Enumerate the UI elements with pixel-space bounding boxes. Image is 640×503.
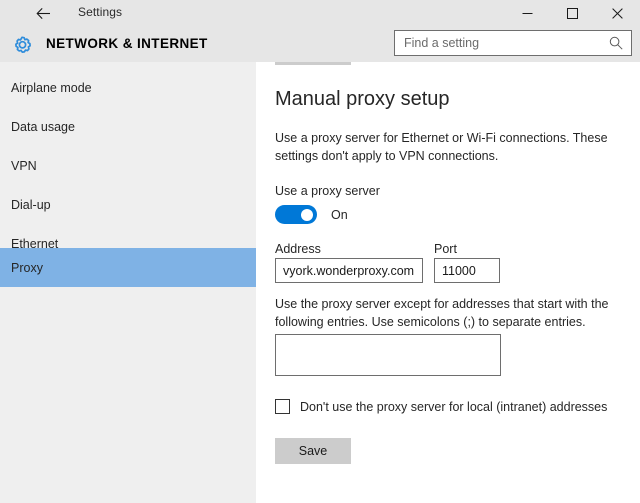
title-bar: Settings: [0, 0, 640, 27]
use-proxy-label: Use a proxy server: [275, 184, 380, 198]
maximize-icon: [567, 8, 578, 19]
sidebar-item-vpn[interactable]: VPN: [0, 146, 256, 185]
caption-button-group: [505, 0, 640, 27]
sidebar-item-label: Data usage: [0, 120, 75, 134]
sidebar: Airplane mode Data usage VPN Dial-up Eth…: [0, 62, 256, 503]
sidebar-item-label: Airplane mode: [0, 81, 92, 95]
exceptions-input[interactable]: [275, 334, 501, 376]
use-proxy-toggle-row: On: [275, 205, 348, 224]
page-title: NETWORK & INTERNET: [46, 36, 208, 51]
sidebar-item-label: Proxy: [0, 261, 43, 275]
scrolled-button-remnant: [275, 62, 351, 65]
local-bypass-label: Don't use the proxy server for local (in…: [300, 400, 607, 414]
search-box[interactable]: Find a setting: [394, 30, 632, 56]
section-heading: Manual proxy setup: [275, 88, 450, 111]
close-icon: [612, 8, 623, 19]
port-input[interactable]: [434, 258, 500, 283]
address-label: Address: [275, 242, 321, 256]
search-icon[interactable]: [609, 36, 623, 50]
maximize-button[interactable]: [550, 0, 595, 27]
toggle-knob: [301, 209, 313, 221]
back-arrow-icon: [36, 7, 51, 20]
use-proxy-toggle[interactable]: [275, 205, 317, 224]
toggle-state-label: On: [331, 208, 348, 222]
sidebar-item-proxy[interactable]: Proxy: [0, 248, 256, 287]
gear-icon: [9, 33, 35, 59]
local-bypass-checkbox[interactable]: [275, 399, 290, 414]
app-title: Settings: [78, 5, 122, 19]
section-description: Use a proxy server for Ethernet or Wi-Fi…: [275, 129, 609, 165]
sidebar-item-data-usage[interactable]: Data usage: [0, 107, 256, 146]
sidebar-item-airplane-mode[interactable]: Airplane mode: [0, 68, 256, 107]
address-input[interactable]: [275, 258, 423, 283]
save-button[interactable]: Save: [275, 438, 351, 464]
content-pane: Manual proxy setup Use a proxy server fo…: [256, 62, 640, 503]
back-button[interactable]: [27, 0, 59, 27]
sidebar-item-label: VPN: [0, 159, 37, 173]
search-input[interactable]: Find a setting: [404, 36, 479, 50]
close-button[interactable]: [595, 0, 640, 27]
settings-window: Settings: [0, 0, 640, 503]
sidebar-item-dial-up[interactable]: Dial-up: [0, 185, 256, 224]
minimize-icon: [522, 8, 533, 19]
local-bypass-row[interactable]: Don't use the proxy server for local (in…: [275, 399, 607, 414]
minimize-button[interactable]: [505, 0, 550, 27]
port-label: Port: [434, 242, 457, 256]
exceptions-description: Use the proxy server except for addresse…: [275, 295, 615, 331]
sidebar-item-label: Dial-up: [0, 198, 51, 212]
